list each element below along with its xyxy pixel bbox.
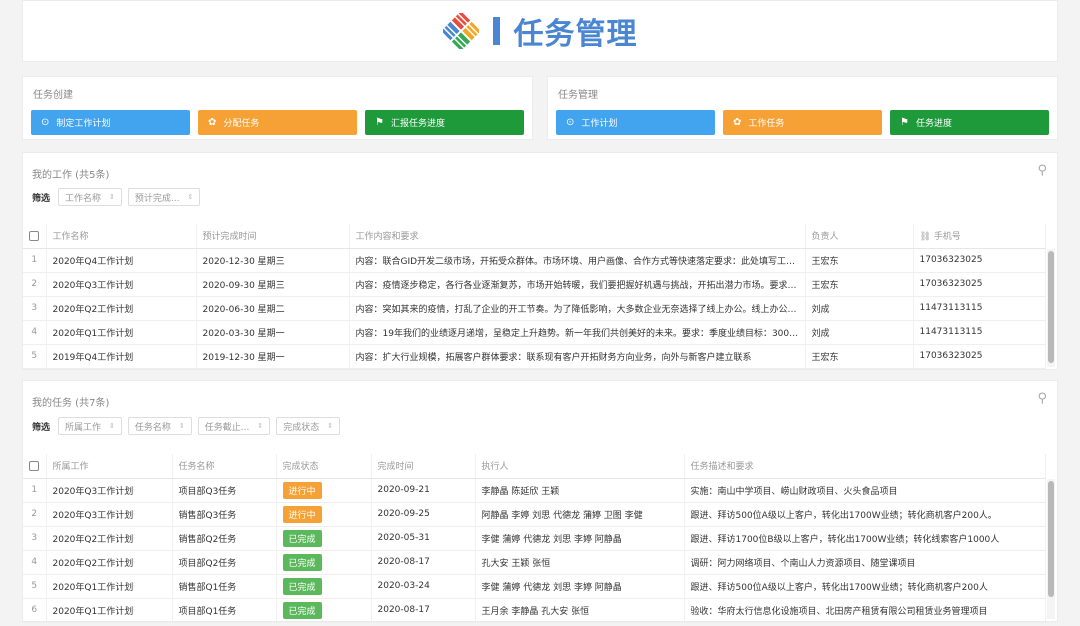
filter-status[interactable]: 完成状态 ⇕	[276, 417, 341, 435]
table-header-row: 工作名称 预计完成时间 工作内容和要求 负责人 ⛓ 手机号	[23, 224, 1046, 249]
column-header[interactable]: 所属工作	[46, 454, 173, 479]
search-icon[interactable]: ⚲	[1037, 163, 1047, 178]
task-manage-panel: 任务管理 ⊙ 工作计划 ✿ 工作任务 ⚑ 任务进度	[547, 76, 1058, 140]
page-header: 任务管理	[22, 0, 1058, 62]
sort-arrows-icon: ⇕	[178, 422, 185, 430]
column-header[interactable]: 预计完成时间	[196, 224, 350, 249]
table-row[interactable]: 6 2020年Q1工作计划 项目部Q1任务 已完成 2020-08-17 王月余 李静晶 …	[23, 598, 1046, 623]
filter-due-date[interactable]: 预计完成... ⇕	[127, 188, 201, 206]
work-plan-button[interactable]: ⊙ 工作计划	[556, 110, 715, 135]
filter-task-deadline[interactable]: 任务截止... ⇕	[197, 417, 271, 435]
page-title: 任务管理	[513, 17, 638, 52]
table-row[interactable]: 3 2020年Q2工作计划 销售部Q2任务 已完成 2020-05-31 李健 蒲婷 代德…	[23, 526, 1046, 551]
gift-icon: ✿	[733, 117, 742, 128]
filter-label: 筛选	[32, 193, 51, 204]
make-work-plan-button[interactable]: ⊙ 制定工作计划	[31, 110, 190, 135]
org-tree-icon: ⛓	[919, 232, 934, 243]
column-header[interactable]: 工作名称	[46, 224, 197, 249]
column-header[interactable]: 任务名称	[172, 454, 277, 479]
table-row[interactable]: 5 2020年Q1工作计划 销售部Q1任务 已完成 2020-03-24 李健 蒲婷 代德…	[23, 574, 1046, 599]
assign-task-button[interactable]: ✿ 分配任务	[198, 110, 357, 135]
column-header[interactable]: 负责人	[805, 224, 914, 249]
section-title: 我的任务 (共7条)	[32, 398, 110, 409]
work-table: 工作名称 预计完成时间 工作内容和要求 负责人 ⛓ 手机号 1 2020年Q4工…	[23, 224, 1046, 369]
vertical-scrollbar[interactable]	[1047, 249, 1055, 367]
search-icon[interactable]: ⚲	[1037, 391, 1047, 406]
status-badge: 已完成	[282, 529, 322, 547]
filter-parent-work[interactable]: 所属工作 ⇕	[58, 417, 122, 435]
app-logo-icon	[442, 13, 479, 49]
table-row[interactable]: 1 2020年Q3工作计划 项目部Q3任务 进行中 2020-09-21 李静晶 陈延欣 …	[23, 478, 1046, 503]
filter-label: 筛选	[32, 422, 51, 433]
sort-arrows-icon: ⇕	[109, 193, 115, 201]
circle-dot-icon: ⊙	[566, 117, 575, 128]
filter-work-name[interactable]: 工作名称 ⇕	[58, 188, 122, 206]
table-row[interactable]: 3 2020年Q2工作计划 2020-06-30 星期二 内容：突如其来的疫情，…	[23, 296, 1046, 321]
task-create-panel: 任务创建 ⊙ 制定工作计划 ✿ 分配任务 ⚑ 汇报任务进度	[22, 76, 533, 140]
column-header-phone[interactable]: ⛓ 手机号	[913, 224, 1046, 249]
sort-arrows-icon: ⇕	[187, 193, 194, 201]
gift-icon: ✿	[208, 117, 217, 128]
scrollbar-thumb[interactable]	[1048, 251, 1054, 363]
select-all-checkbox[interactable]	[23, 224, 47, 249]
table-row[interactable]: 4 2020年Q2工作计划 项目部Q2任务 已完成 2020-08-17 孔大安 王颖 张…	[23, 550, 1046, 575]
circle-dot-icon: ⊙	[41, 117, 50, 128]
table-row[interactable]: 2 2020年Q3工作计划 2020-09-30 星期三 内容：疫情逐步稳定，各…	[23, 272, 1046, 297]
table-header-row: 所属工作 任务名称 完成状态 完成时间 执行人 任务描述和要求	[23, 454, 1046, 479]
work-task-button[interactable]: ✿ 工作任务	[723, 110, 882, 135]
task-table: 所属工作 任务名称 完成状态 完成时间 执行人 任务描述和要求 1 2020年Q3…	[23, 454, 1046, 623]
select-all-checkbox[interactable]	[23, 454, 47, 479]
filter-bar: 筛选 所属工作 ⇕ 任务名称 ⇕ 任务截止... ⇕ 完成状态 ⇕	[32, 417, 341, 435]
filter-task-name[interactable]: 任务名称 ⇕	[127, 417, 192, 435]
table-row[interactable]: 5 2019年Q4工作计划 2019-12-30 星期一 内容：扩大行业规模，拓…	[23, 344, 1046, 369]
column-header[interactable]: 工作内容和要求	[349, 224, 806, 249]
table-row[interactable]: 4 2020年Q1工作计划 2020-03-30 星期一 内容：19年我们的业绩…	[23, 320, 1046, 345]
column-header[interactable]: 完成时间	[371, 454, 476, 479]
report-progress-button[interactable]: ⚑ 汇报任务进度	[365, 110, 524, 135]
status-badge: 进行中	[282, 481, 322, 499]
column-header[interactable]: 任务描述和要求	[684, 454, 1046, 479]
flag-icon: ⚑	[900, 117, 909, 128]
status-badge: 已完成	[282, 553, 322, 571]
panel-title: 任务创建	[33, 90, 73, 101]
table-row[interactable]: 1 2020年Q4工作计划 2020-12-30 星期三 内容：联合GID开发二…	[23, 248, 1046, 273]
column-header[interactable]: 完成状态	[276, 454, 372, 479]
column-header[interactable]: 执行人	[475, 454, 685, 479]
flag-icon: ⚑	[375, 117, 384, 128]
vertical-scrollbar[interactable]	[1047, 479, 1055, 619]
table-row[interactable]: 2 2020年Q3工作计划 销售部Q3任务 进行中 2020-09-25 阿静晶 李婷 刘…	[23, 502, 1046, 527]
title-bar-decoration	[492, 17, 500, 45]
status-badge: 进行中	[282, 505, 322, 523]
sort-arrows-icon: ⇕	[109, 422, 115, 430]
filter-bar: 筛选 工作名称 ⇕ 预计完成... ⇕	[32, 188, 201, 206]
section-title: 我的工作 (共5条)	[32, 170, 110, 181]
my-tasks-section: 我的任务 (共7条) ⚲ 筛选 所属工作 ⇕ 任务名称 ⇕ 任务截止... ⇕ 完成状…	[22, 380, 1058, 623]
sort-arrows-icon: ⇕	[327, 422, 334, 430]
status-badge: 已完成	[282, 601, 322, 619]
sort-arrows-icon: ⇕	[257, 422, 264, 430]
panel-title: 任务管理	[558, 90, 598, 101]
task-progress-button[interactable]: ⚑ 任务进度	[890, 110, 1049, 135]
my-work-section: 我的工作 (共5条) ⚲ 筛选 工作名称 ⇕ 预计完成... ⇕ 工作名称 预计完成…	[22, 152, 1058, 370]
scrollbar-thumb[interactable]	[1048, 481, 1054, 597]
status-badge: 已完成	[282, 577, 322, 595]
